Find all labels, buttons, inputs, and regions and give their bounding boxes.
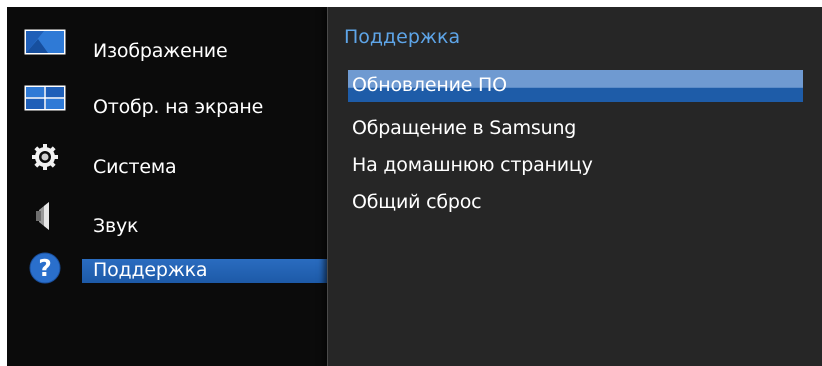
submenu-panel: Поддержка Обновление ПО Обращение в Sams… [327,7,822,366]
option-label: Обновление ПО [352,74,507,96]
submenu-title: Поддержка [344,26,461,48]
option-label: Обращение в Samsung [352,117,577,139]
option-label: На домашнюю страницу [352,154,593,176]
menu-item-label: Система [93,156,177,178]
option-software-update[interactable]: Обновление ПО [348,70,803,102]
menu-item-label: Отобр. на экране [93,96,264,118]
main-menu: Изображение Отобр. на экране Система Зву… [7,7,327,366]
menu-item-label: Изображение [93,40,228,62]
menu-item-label: Звук [93,215,139,237]
menu-item-label: Поддержка [93,259,208,281]
svg-text:?: ? [38,256,51,282]
menu-item-onscreen-display[interactable]: Отобр. на экране [7,83,327,137]
option-contact-samsung[interactable]: Обращение в Samsung [348,113,803,145]
help-icon: ? [24,252,66,284]
speaker-icon [24,201,66,231]
menu-item-system[interactable]: Система [7,139,327,193]
menu-item-support[interactable]: ? Поддержка [7,252,327,313]
picture-icon [24,27,66,57]
gear-icon [24,142,66,172]
screen-display-icon [24,83,66,113]
menu-item-sound[interactable]: Звук [7,195,327,249]
option-reset-all[interactable]: Общий сброс [348,187,803,219]
option-go-to-home[interactable]: На домашнюю страницу [348,150,803,182]
option-label: Общий сброс [352,191,482,213]
menu-item-picture[interactable]: Изображение [7,27,327,81]
tv-menu-screen: Изображение Отобр. на экране Система Зву… [7,7,822,366]
